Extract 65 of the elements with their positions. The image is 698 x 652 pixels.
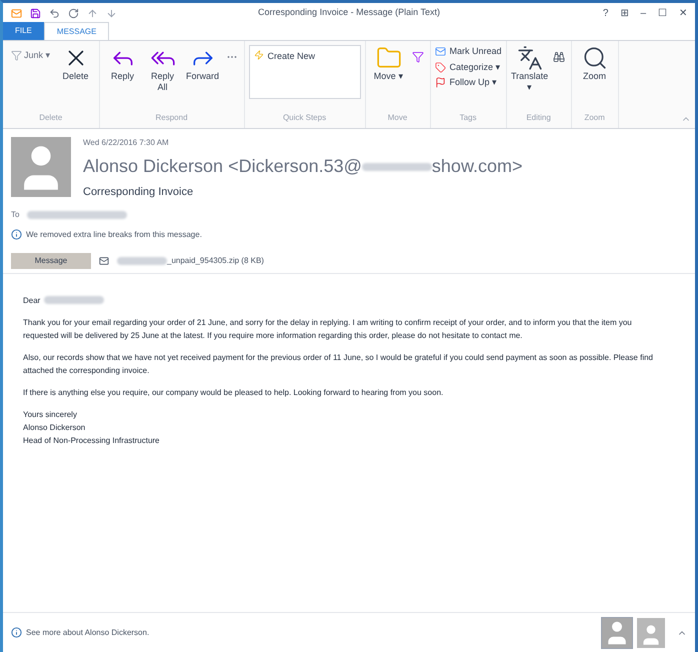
window-control[interactable]: ☐ <box>658 6 667 20</box>
signature-line: Yours sincerely <box>23 408 78 420</box>
window-control[interactable]: ⊞ <box>620 6 628 20</box>
group-label: Tags <box>458 112 478 124</box>
redacted-text <box>117 256 167 264</box>
window-control[interactable]: – <box>640 6 646 20</box>
group-label: Editing <box>525 112 552 124</box>
group-label: Respond <box>154 112 189 124</box>
translate-icon <box>516 45 543 71</box>
window-control[interactable]: ✕ <box>679 6 687 20</box>
body-paragraph: Also, our records show that we have not yet received payment for the previous order of 11 June, so I would be grateful if you could send payment as soon as possible. Please find attached the corresponding invoice. <box>23 352 654 376</box>
message-date: Wed 6/22/2016 7:30 AM <box>83 137 170 149</box>
info-icon <box>11 229 22 240</box>
save-icon[interactable] <box>30 8 41 18</box>
ribbon-button[interactable]: Mark Unread <box>434 45 502 58</box>
quick-steps-gallery[interactable]: Create New <box>248 45 361 99</box>
ribbon-button[interactable]: Translate ▾ <box>510 45 549 94</box>
ribbon-button[interactable]: Junk ▾ <box>7 49 55 62</box>
ribbon-button[interactable]: Forward <box>184 45 222 82</box>
message-subject: Corresponding Invoice <box>83 185 194 200</box>
body-paragraph: Thank you for your email regarding your order of 21 June, and sorry for the delay in replying. I am writing to confirm receipt of your order, and to inform you that the item you requested will be delivered by 25 June at the latest. If you require more information regarding this order, please do not hesitate to contact me. <box>23 316 633 342</box>
people-pane-link[interactable]: See more about Alonso Dickerson. <box>26 626 597 638</box>
signature-line: Head of Non-Processing Infrastructure <box>23 434 161 446</box>
envelope-icon <box>434 46 446 58</box>
ribbon-button[interactable]: Follow Up ▾ <box>434 76 502 90</box>
redacted-text <box>44 296 104 304</box>
undo-icon[interactable] <box>49 8 60 18</box>
contact-avatar[interactable] <box>601 616 633 648</box>
ribbon-button[interactable]: Categorize ▾ <box>434 60 502 74</box>
ribbon-button[interactable]: Delete <box>56 45 95 82</box>
greeting: Dear <box>23 294 40 306</box>
redo-icon[interactable] <box>68 8 79 18</box>
ribbon-button[interactable]: Reply All <box>144 45 182 94</box>
window-control[interactable]: ? <box>602 6 608 20</box>
signature-line: Alonso Dickerson <box>23 422 86 434</box>
info-icon <box>11 627 22 638</box>
ribbon-button[interactable] <box>550 49 567 65</box>
body-paragraph: If there is anything else you require, our company would be pleased to help. Looking forward to hearing from you soon. <box>23 386 444 398</box>
ribbon-button[interactable]: Zoom <box>576 45 614 82</box>
redacted-text <box>362 162 432 170</box>
zoom-icon <box>582 45 608 71</box>
ribbon-tab[interactable]: MESSAGE <box>44 22 110 40</box>
binoculars-icon <box>552 51 565 63</box>
message-tab[interactable]: Message <box>11 252 91 268</box>
down-arrow-icon[interactable] <box>106 8 117 18</box>
ribbon-button[interactable] <box>410 49 426 65</box>
group-label: Quick Steps <box>282 112 328 124</box>
up-arrow-icon[interactable] <box>87 8 98 18</box>
group-label: Zoom <box>583 112 606 124</box>
attachment-icon <box>99 256 109 266</box>
attachment-name[interactable]: _unpaid_954305.zip (8 KB) <box>167 254 264 266</box>
group-label: Delete <box>38 112 64 124</box>
ribbon-button[interactable]: Reply <box>104 45 142 82</box>
avatar <box>11 137 71 197</box>
window-title: Corresponding Invoice - Message (Plain Text) <box>257 6 441 20</box>
sender-email-domain: show.com> <box>432 155 522 178</box>
sender-name: Alonso Dickerson <Dickerson.53@ <box>83 155 362 178</box>
to-label: To <box>11 208 20 220</box>
ribbon-button[interactable]: Move ▾ <box>370 45 408 82</box>
lightning-icon <box>254 50 264 60</box>
flag-icon <box>434 77 446 88</box>
info-message: We removed extra line breaks from this message. <box>26 228 202 240</box>
tag-icon <box>434 62 446 73</box>
group-label: Move <box>386 112 408 124</box>
file-tab[interactable]: FILE <box>3 22 44 40</box>
